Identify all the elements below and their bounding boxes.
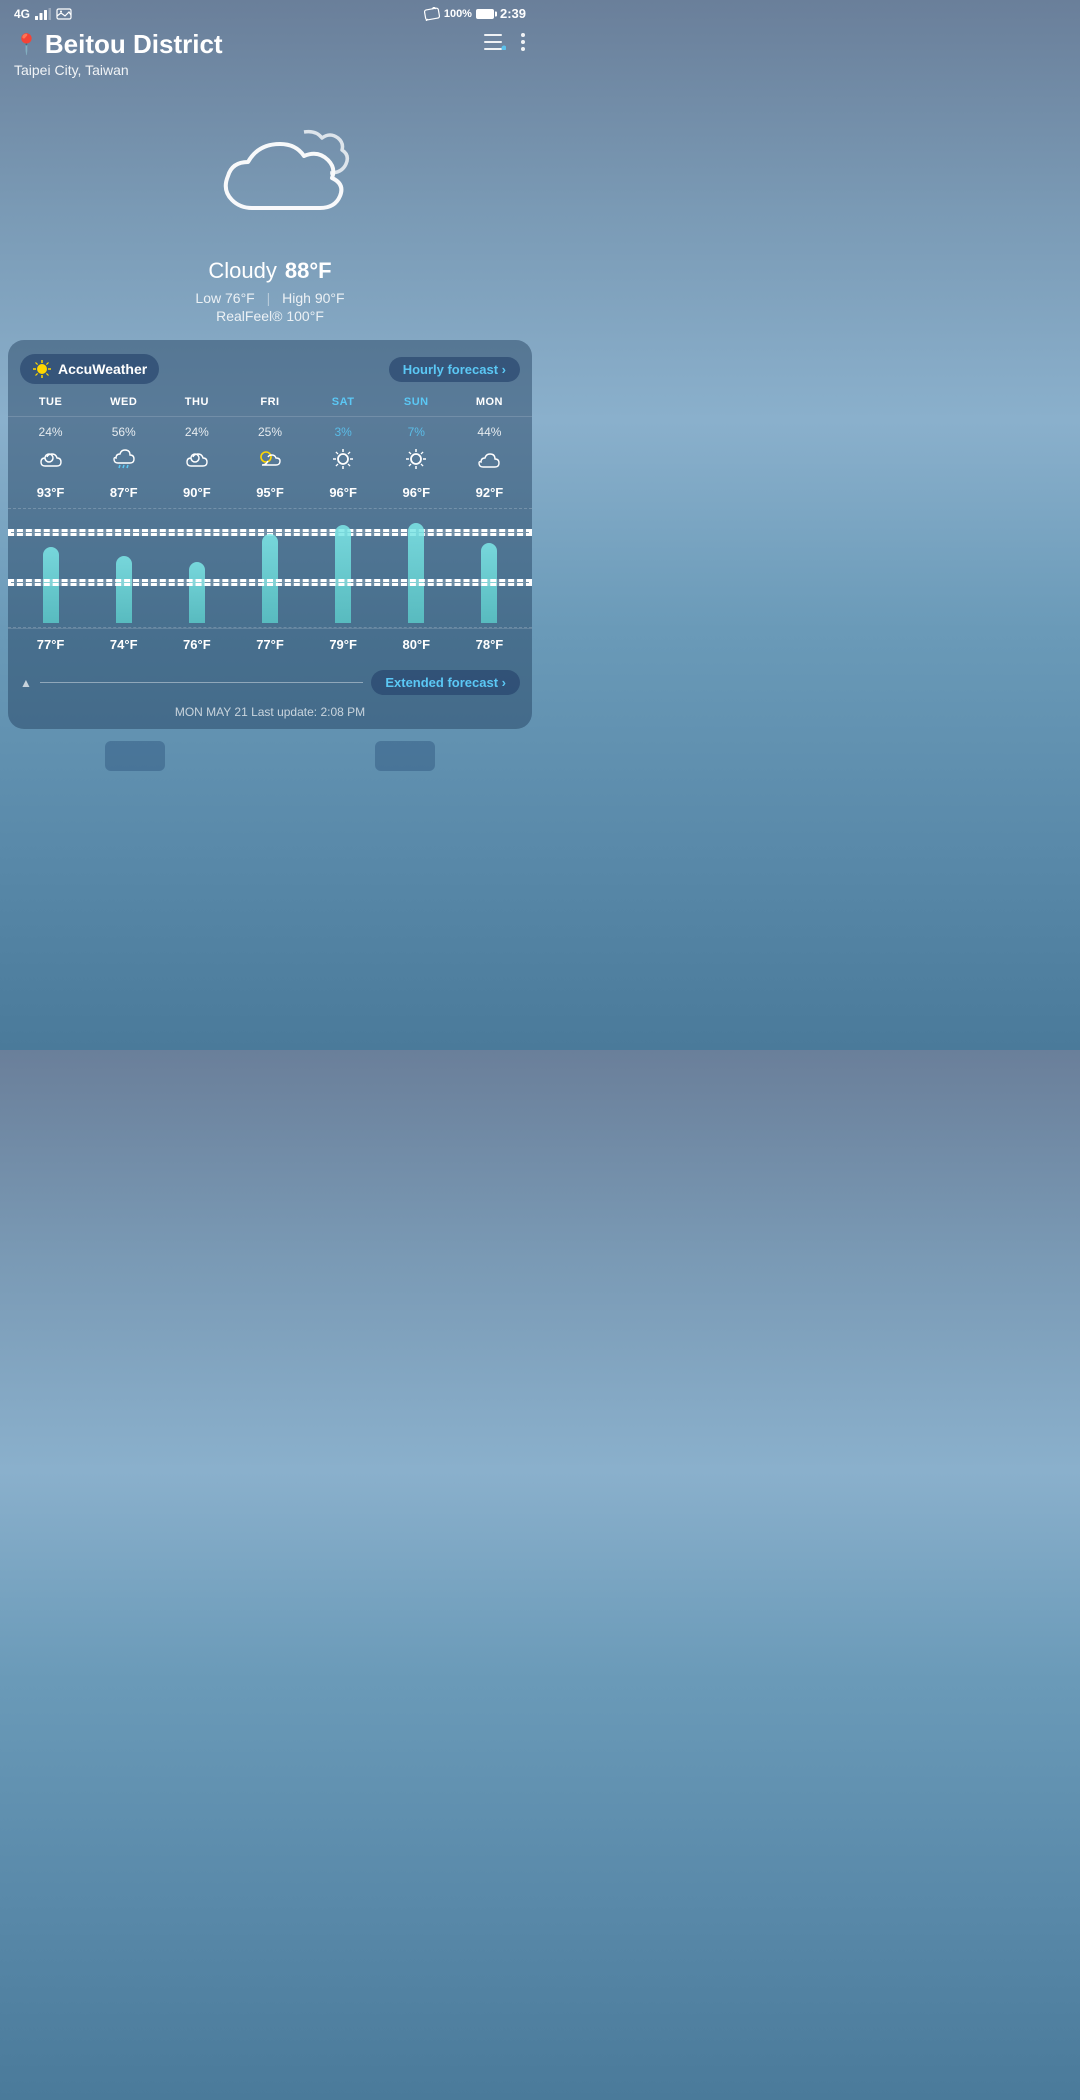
battery-icon <box>476 9 494 19</box>
more-options-icon[interactable] <box>520 33 526 56</box>
bar-wrapper <box>453 513 526 627</box>
low-temp: 76°F <box>160 637 233 652</box>
bar-wrapper <box>380 513 453 627</box>
precip-row: 24%56%24%25%3%7%44% <box>8 417 532 443</box>
hourly-forecast-button[interactable]: Hourly forecast › <box>389 357 520 382</box>
precip-value: 24% <box>160 425 233 439</box>
days-row: TUEWEDTHUFRISATSUNMON <box>8 394 532 417</box>
image-icon <box>56 8 72 20</box>
icon-row <box>8 443 532 481</box>
precip-value: 3% <box>307 425 380 439</box>
realfeel: RealFeel® 100°F <box>0 308 540 324</box>
bottom-nav <box>0 733 540 771</box>
low-temp: 80°F <box>380 637 453 652</box>
temperature-bar <box>408 523 424 623</box>
temperature-bar <box>116 556 132 623</box>
weather-icon <box>453 450 526 474</box>
low-temp: 79°F <box>307 637 380 652</box>
status-bar: 4G 100% 2:39 <box>0 0 540 25</box>
city-name: Beitou District <box>45 29 223 60</box>
low-temp: 77°F <box>233 637 306 652</box>
bar-wrapper <box>160 513 233 627</box>
bar-wrapper <box>87 513 160 627</box>
status-right: 100% 2:39 <box>424 6 526 21</box>
cloud-icon <box>180 118 360 238</box>
precip-value: 24% <box>14 425 87 439</box>
accuweather-sun-icon <box>32 359 52 379</box>
temperature-bar <box>43 547 59 623</box>
condition-label: Cloudy <box>208 258 276 284</box>
triangle-icon: ▲ <box>20 676 32 690</box>
temperature-bar <box>335 525 351 623</box>
weather-icon <box>160 449 233 475</box>
forecast-panel: AccuWeather Hourly forecast › TUEWEDTHUF… <box>8 340 532 729</box>
bar-wrapper <box>233 513 306 627</box>
day-label: THU <box>160 394 233 410</box>
weather-icon <box>87 448 160 476</box>
precip-value: 56% <box>87 425 160 439</box>
high-row: 93°F87°F90°F95°F96°F96°F92°F <box>8 481 532 508</box>
current-weather: Cloudy 88°F Low 76°F | High 90°F RealFee… <box>0 258 540 340</box>
last-update: MON MAY 21 Last update: 2:08 PM <box>8 699 532 729</box>
day-label: SUN <box>380 394 453 410</box>
city-sub: Taipei City, Taiwan <box>14 62 223 78</box>
day-label: TUE <box>14 394 87 410</box>
battery-percent: 100% <box>444 8 472 20</box>
temperature-bar <box>189 562 205 623</box>
accu-header: AccuWeather Hourly forecast › <box>8 350 532 394</box>
bar-wrapper <box>14 513 87 627</box>
low-temp: 78°F <box>453 637 526 652</box>
precip-value: 25% <box>233 425 306 439</box>
bar-chart <box>8 508 532 628</box>
low-row: 77°F74°F76°F77°F79°F80°F78°F <box>8 628 532 662</box>
location-pin-icon: 📍 <box>14 32 39 57</box>
status-left: 4G <box>14 7 72 21</box>
precip-value: 7% <box>380 425 453 439</box>
weather-icon <box>14 449 87 475</box>
bar-wrapper <box>307 513 380 627</box>
rotate-icon <box>424 7 440 21</box>
location-name: 📍 Beitou District <box>14 29 223 60</box>
day-label: MON <box>453 394 526 410</box>
high-temp: 93°F <box>14 485 87 500</box>
app-header: 📍 Beitou District Taipei City, Taiwan <box>0 25 540 88</box>
weather-icon <box>307 447 380 477</box>
clock: 2:39 <box>500 6 526 21</box>
current-temp: 88°F <box>285 258 332 284</box>
high-temp: 92°F <box>453 485 526 500</box>
extended-forecast-button[interactable]: Extended forecast › <box>371 670 520 695</box>
bottom-nav-left <box>105 741 165 771</box>
day-label: SAT <box>307 394 380 410</box>
temperature-bar <box>262 534 278 623</box>
weather-icon-section <box>0 88 540 258</box>
temperature-bar <box>481 543 497 623</box>
location-info: 📍 Beitou District Taipei City, Taiwan <box>14 29 223 78</box>
high-temp: 95°F <box>233 485 306 500</box>
weather-icon <box>380 447 453 477</box>
signal-label: 4G <box>14 7 30 21</box>
high-temp: 87°F <box>87 485 160 500</box>
low-temp: Low 76°F <box>195 290 254 306</box>
bottom-bar: ▲ Extended forecast › <box>8 662 532 699</box>
precip-value: 44% <box>453 425 526 439</box>
high-temp: High 90°F <box>282 290 344 306</box>
high-temp: 90°F <box>160 485 233 500</box>
high-temp: 96°F <box>307 485 380 500</box>
location-list-icon[interactable] <box>484 34 506 55</box>
low-temp: 77°F <box>14 637 87 652</box>
accuweather-logo: AccuWeather <box>20 354 159 384</box>
low-temp: 74°F <box>87 637 160 652</box>
divider-line <box>40 682 363 683</box>
header-icons <box>484 33 526 56</box>
bottom-nav-right <box>375 741 435 771</box>
day-label: FRI <box>233 394 306 410</box>
day-label: WED <box>87 394 160 410</box>
weather-icon <box>233 449 306 475</box>
signal-bars-icon <box>35 8 51 20</box>
accuweather-label: AccuWeather <box>58 361 147 377</box>
temp-range: Low 76°F | High 90°F <box>0 290 540 306</box>
high-temp: 96°F <box>380 485 453 500</box>
